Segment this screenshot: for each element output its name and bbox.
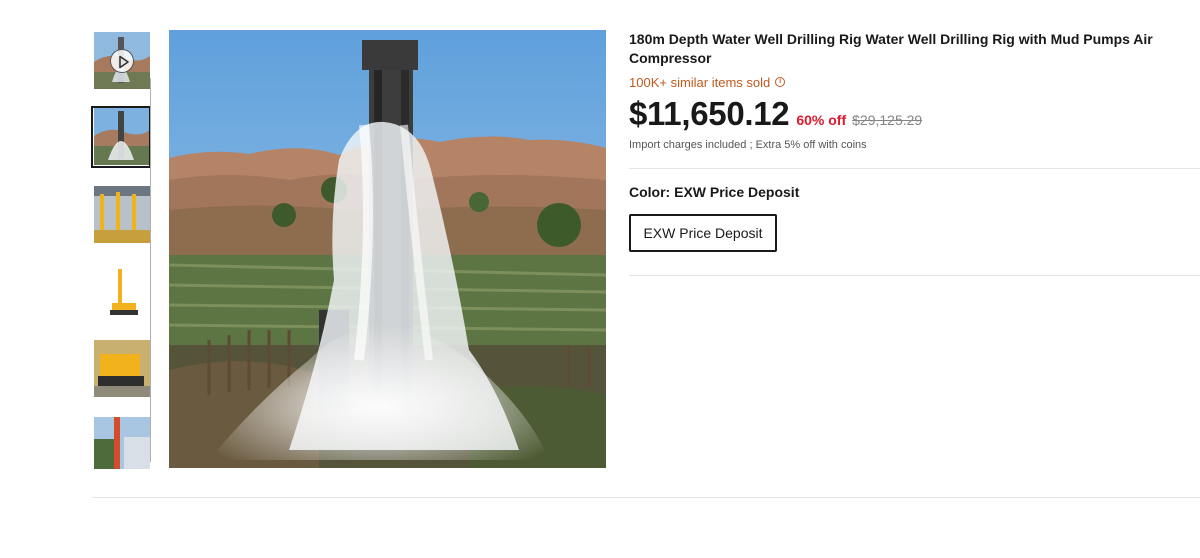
product-title: 180m Depth Water Well Drilling Rig Water…: [629, 31, 1153, 66]
sold-text: 100K+ similar items sold: [629, 74, 771, 90]
divider: [629, 275, 1200, 276]
thumbnail-warehouse-rigs[interactable]: [94, 186, 150, 243]
current-price: $11,650.12: [629, 95, 790, 132]
price-row: $11,650.12 60% off $29,125.29: [629, 95, 1200, 133]
thumbnail-site-rig[interactable]: [94, 417, 150, 469]
divider: [629, 168, 1200, 169]
thumbnail-water-rig[interactable]: [94, 108, 150, 165]
sold-count: 100K+ similar items sold i: [629, 73, 1200, 91]
thumbnail-crawler-rig[interactable]: [94, 340, 150, 397]
charges-note: Import charges included ; Extra 5% off w…: [629, 139, 867, 151]
thumbnail-single-rig[interactable]: [94, 263, 150, 320]
divider: [92, 497, 1200, 498]
original-price: $29,125.29: [852, 112, 923, 128]
main-product-image[interactable]: [169, 30, 606, 468]
discount-badge: 60% off: [796, 112, 847, 128]
color-label: Color: EXW Price Deposit: [629, 184, 800, 200]
color-option-button[interactable]: EXW Price Deposit: [629, 214, 777, 252]
thumbnail-scrollbar[interactable]: [150, 78, 151, 462]
play-icon[interactable]: [110, 49, 134, 73]
info-icon[interactable]: i: [775, 77, 786, 87]
product-info: 180m Depth Water Well Drilling Rig Water…: [629, 30, 1200, 154]
